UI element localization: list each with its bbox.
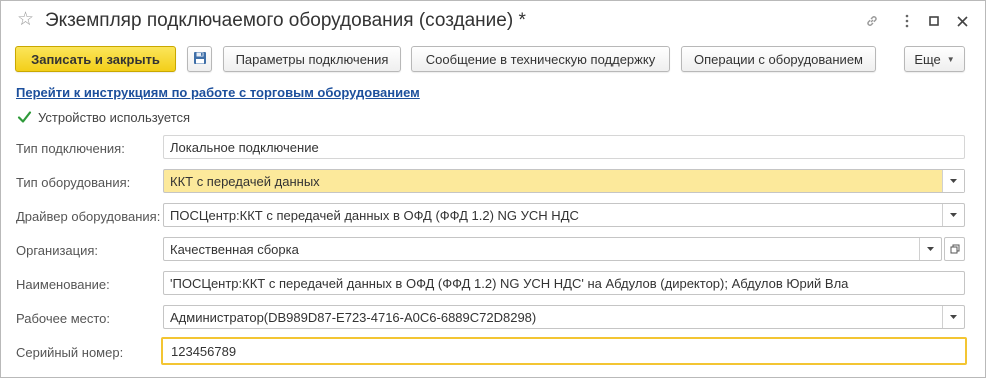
dropdown-arrow-icon[interactable]: [942, 306, 964, 328]
connection-params-button[interactable]: Параметры подключения: [223, 46, 401, 72]
connection-type-field: Локальное подключение: [163, 135, 965, 159]
workplace-value: Администратор(DB989D87-E723-4716-A0C6-68…: [170, 309, 537, 325]
support-message-button[interactable]: Сообщение в техническую поддержку: [411, 46, 670, 72]
window-title: Экземпляр подключаемого оборудования (со…: [45, 10, 526, 31]
name-label: Наименование:: [16, 277, 110, 292]
maximize-icon[interactable]: [924, 11, 944, 31]
close-icon[interactable]: [952, 11, 972, 31]
dropdown-arrow-icon[interactable]: [942, 170, 964, 192]
name-input[interactable]: 'ПОСЦентр:ККТ с передачей данных в ОФД (…: [163, 271, 965, 295]
open-organization-button[interactable]: [944, 237, 965, 261]
workplace-select[interactable]: Администратор(DB989D87-E723-4716-A0C6-68…: [163, 305, 965, 329]
device-in-use-checkbox[interactable]: [16, 109, 32, 125]
connection-type-label: Тип подключения:: [16, 141, 125, 156]
serial-number-label: Серийный номер:: [16, 345, 124, 360]
toolbar: Записать и закрыть Параметры подключения…: [1, 46, 985, 74]
instructions-link[interactable]: Перейти к инструкциям по работе с торгов…: [16, 85, 420, 100]
caret-down-icon: ▼: [946, 54, 955, 64]
organization-label: Организация:: [16, 243, 99, 258]
save-and-close-button[interactable]: Записать и закрыть: [15, 46, 176, 72]
dropdown-arrow-icon[interactable]: [942, 204, 964, 226]
open-form-icon: [950, 242, 960, 257]
serial-number-value: 123456789: [171, 343, 237, 359]
star-icon[interactable]: ☆: [17, 10, 34, 30]
workplace-label: Рабочее место:: [16, 311, 111, 326]
equipment-driver-label: Драйвер оборудования:: [16, 209, 161, 224]
equipment-operations-button[interactable]: Операции с оборудованием: [681, 46, 876, 72]
device-in-use-label: Устройство используется: [38, 109, 191, 125]
connection-type-value: Локальное подключение: [170, 139, 319, 155]
equipment-type-label: Тип оборудования:: [16, 175, 131, 190]
save-button[interactable]: [187, 46, 212, 72]
equipment-driver-select[interactable]: ПОСЦентр:ККТ с передачей данных в ОФД (Ф…: [163, 203, 965, 227]
more-menu-button[interactable]: Еще ▼: [904, 46, 965, 72]
title-bar: ☆ Экземпляр подключаемого оборудования (…: [1, 1, 985, 41]
floppy-disk-icon: [193, 51, 207, 68]
equipment-type-value: ККТ с передачей данных: [170, 173, 320, 189]
name-value: 'ПОСЦентр:ККТ с передачей данных в ОФД (…: [170, 275, 849, 291]
equipment-type-select[interactable]: ККТ с передачей данных: [163, 169, 965, 193]
organization-select[interactable]: Качественная сборка: [163, 237, 942, 261]
more-label: Еще: [914, 51, 941, 67]
serial-number-input[interactable]: 123456789: [161, 337, 967, 365]
dropdown-arrow-icon[interactable]: [919, 238, 941, 260]
vertical-dots-icon[interactable]: [897, 11, 917, 31]
equipment-instance-window: ☆ Экземпляр подключаемого оборудования (…: [0, 0, 986, 378]
equipment-driver-value: ПОСЦентр:ККТ с передачей данных в ОФД (Ф…: [170, 207, 579, 223]
device-in-use-row: Устройство используется: [16, 108, 190, 126]
organization-value: Качественная сборка: [170, 241, 299, 257]
link-icon[interactable]: [862, 11, 882, 31]
